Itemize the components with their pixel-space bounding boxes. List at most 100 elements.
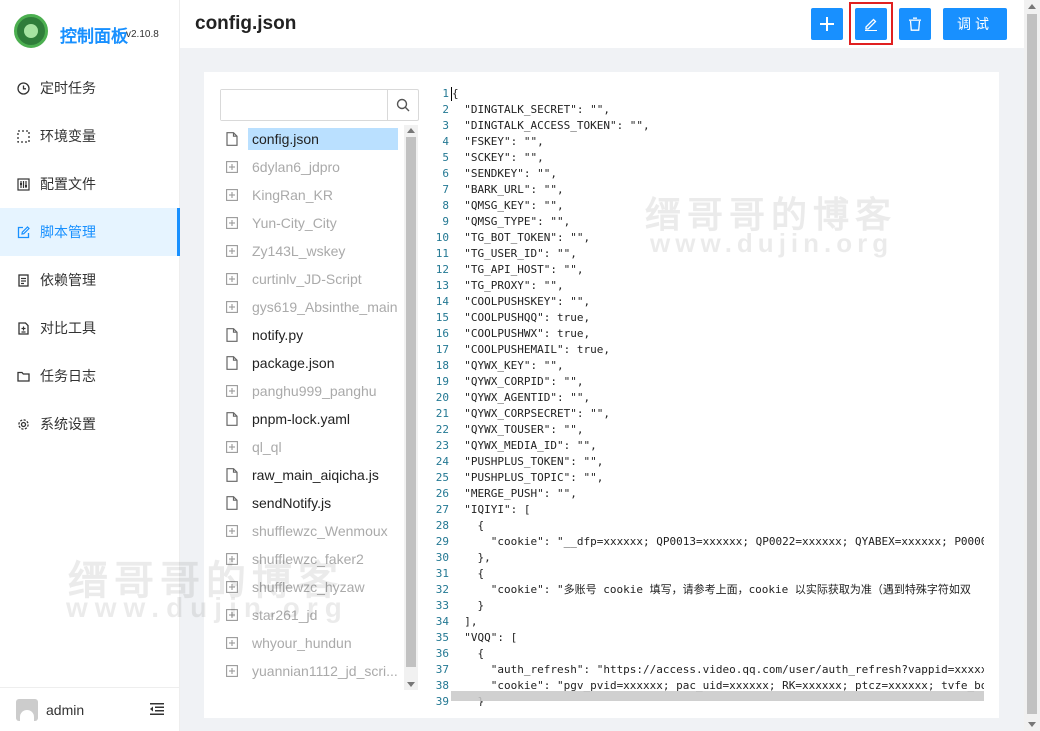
tree-item-label: Yun-City_City (252, 215, 337, 231)
code-line: } (451, 599, 485, 612)
plus-square-icon[interactable] (226, 636, 238, 650)
tree-item[interactable]: raw_main_aiqicha.js (220, 461, 404, 489)
logo (14, 14, 48, 48)
file-icon (226, 468, 238, 482)
brand-name: 控制面板 (60, 27, 128, 46)
tree-item[interactable]: sendNotify.js (220, 489, 404, 517)
tree-item[interactable]: gys619_Absinthe_main (220, 293, 404, 321)
plus-icon (820, 17, 834, 31)
add-button[interactable] (811, 8, 843, 40)
tree-item[interactable]: package.json (220, 349, 404, 377)
scroll-up-arrow-icon[interactable] (407, 128, 415, 133)
tree-item[interactable]: whyour_hundun (220, 629, 404, 657)
tree-item[interactable]: KingRan_KR (220, 181, 404, 209)
scroll-down-arrow-icon[interactable] (1028, 722, 1036, 727)
scroll-down-arrow-icon[interactable] (407, 682, 415, 687)
code-line: "COOLPUSHQQ": true, (451, 311, 591, 324)
scroll-thumb[interactable] (406, 137, 416, 667)
clock-icon (16, 81, 30, 95)
plus-square-icon[interactable] (226, 244, 238, 258)
user-name[interactable]: admin (46, 702, 84, 718)
tree-item[interactable]: star261_jd (220, 601, 404, 629)
page-scrollbar[interactable] (1024, 0, 1040, 731)
tree-item-label: sendNotify.js (252, 495, 332, 511)
tree-item-label: shufflewzc_Wenmoux (252, 523, 388, 539)
sidebar-item-5[interactable]: 对比工具 (0, 304, 180, 352)
gear-icon (16, 417, 30, 431)
plus-square-icon[interactable] (226, 552, 238, 566)
code-line: "IQIYI": [ (451, 503, 531, 516)
line-number: 31 (435, 567, 449, 580)
tree-item[interactable]: curtinlv_JD-Script (220, 265, 404, 293)
line-number: 7 (442, 183, 449, 196)
code-line: "MERGE_PUSH": "", (451, 487, 577, 500)
search-input[interactable] (221, 90, 387, 120)
header: config.json 调试 (180, 0, 1024, 48)
dashed-box-icon (16, 129, 30, 143)
plus-square-icon[interactable] (226, 664, 238, 678)
plus-square-icon[interactable] (226, 384, 238, 398)
annotation-highlight-box (849, 2, 893, 45)
delete-button[interactable] (899, 8, 931, 40)
line-number: 29 (435, 535, 449, 548)
plus-square-icon[interactable] (226, 160, 238, 174)
code-line: { (451, 567, 485, 580)
tree-item[interactable]: shufflewzc_faker2 (220, 545, 404, 573)
tree-item-label: 6dylan6_jdpro (252, 159, 340, 175)
line-number: 3 (442, 119, 449, 132)
line-number: 33 (435, 599, 449, 612)
folder-icon (16, 369, 30, 383)
editor-horizontal-scrollbar[interactable] (451, 691, 984, 701)
line-number: 16 (435, 327, 449, 340)
plus-square-icon[interactable] (226, 440, 238, 454)
sidebar-item-3[interactable]: 脚本管理 (0, 208, 180, 256)
brand: 控制面板 v2.10.8 (14, 14, 180, 50)
scroll-up-arrow-icon[interactable] (1028, 4, 1036, 9)
code-line: "COOLPUSHEMAIL": true, (451, 343, 610, 356)
plus-square-icon[interactable] (226, 188, 238, 202)
line-number: 39 (435, 695, 449, 706)
menu-fold-icon[interactable] (150, 703, 164, 715)
sidebar-item-0[interactable]: 定时任务 (0, 64, 180, 112)
sidebar-item-6[interactable]: 任务日志 (0, 352, 180, 400)
search-button[interactable] (387, 90, 418, 120)
tree-item[interactable]: shufflewzc_hyzaw (220, 573, 404, 601)
sidebar-item-label: 定时任务 (40, 80, 96, 96)
line-number: 32 (435, 583, 449, 596)
sidebar-item-7[interactable]: 系统设置 (0, 400, 180, 448)
code-line: "DINGTALK_ACCESS_TOKEN": "", (451, 119, 650, 132)
debug-button[interactable]: 调试 (943, 8, 1007, 40)
tree-item-label: ql_ql (252, 439, 282, 455)
tree-item[interactable]: config.json (220, 125, 404, 153)
plus-square-icon[interactable] (226, 524, 238, 538)
tree-item[interactable]: ql_ql (220, 433, 404, 461)
code-text: { (452, 87, 459, 100)
plus-square-icon[interactable] (226, 272, 238, 286)
tree-item[interactable]: notify.py (220, 321, 404, 349)
avatar[interactable] (16, 698, 38, 721)
code-content[interactable]: { "DINGTALK_SECRET": "", "DINGTALK_ACCES… (451, 86, 984, 706)
tree-item[interactable]: 6dylan6_jdpro (220, 153, 404, 181)
sidebar-item-4[interactable]: 依赖管理 (0, 256, 180, 304)
tree-item[interactable]: Zy143L_wskey (220, 237, 404, 265)
plus-square-icon[interactable] (226, 300, 238, 314)
code-line: { (451, 519, 485, 532)
line-number: 27 (435, 503, 449, 516)
file-tree-scrollbar[interactable] (404, 125, 418, 690)
sidebar-item-1[interactable]: 环境变量 (0, 112, 180, 160)
tree-item-label: notify.py (252, 327, 304, 343)
plus-square-icon[interactable] (226, 216, 238, 230)
plus-square-icon[interactable] (226, 580, 238, 594)
code-line: "cookie": "多账号 cookie 填写，请参考上面，cookie 以实… (451, 583, 971, 596)
plus-square-icon[interactable] (226, 608, 238, 622)
scroll-thumb[interactable] (1027, 14, 1037, 714)
tree-item-label: star261_jd (252, 607, 318, 623)
tree-item[interactable]: panghu999_panghu (220, 377, 404, 405)
sidebar-item-2[interactable]: 配置文件 (0, 160, 180, 208)
tree-item[interactable]: Yun-City_City (220, 209, 404, 237)
code-editor[interactable]: 1 2 3 4 5 6 7 8 9 10 11 12 13 14 15 16 17 18 19 20 21 22 23 24 2… (429, 86, 984, 706)
tree-item[interactable]: shufflewzc_Wenmoux (220, 517, 404, 545)
tree-item[interactable]: pnpm-lock.yaml (220, 405, 404, 433)
code-line: "COOLPUSHWX": true, (451, 327, 591, 340)
tree-item[interactable]: yuannian1112_jd_scri... (220, 657, 404, 685)
